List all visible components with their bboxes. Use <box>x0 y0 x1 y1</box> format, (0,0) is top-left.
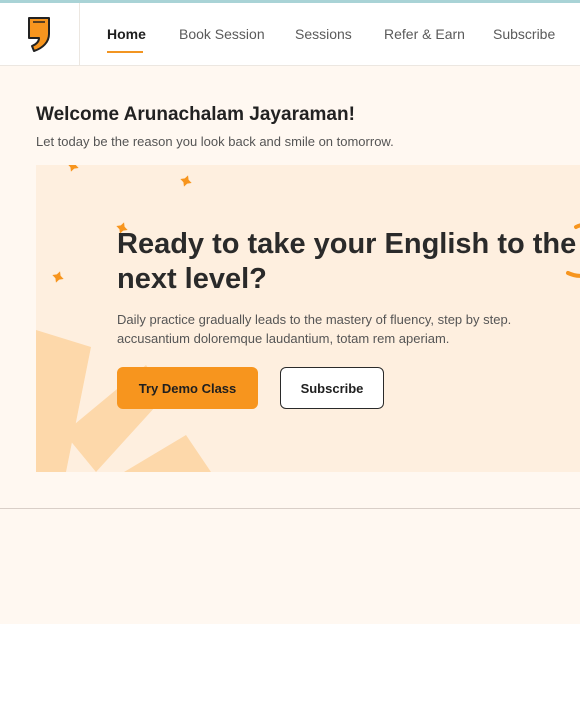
nav-item-sessions[interactable]: Sessions <box>295 26 352 42</box>
nav-item-home[interactable]: Home <box>107 26 146 42</box>
nav-item-subscribe[interactable]: Subscribe <box>493 26 555 42</box>
nav-item-refer-earn[interactable]: Refer & Earn <box>384 26 465 42</box>
subscribe-button[interactable]: Subscribe <box>280 367 384 409</box>
top-navigation-bar: Home Book Session Sessions Refer & Earn … <box>0 3 580 66</box>
welcome-title: Welcome Arunachalam Jayaraman! <box>36 104 355 125</box>
hero-banner: Ready to take your English to the next l… <box>36 165 580 472</box>
main-content: Welcome Arunachalam Jayaraman! Let today… <box>0 66 580 624</box>
hero-description: Daily practice gradually leads to the ma… <box>117 312 512 346</box>
logo[interactable] <box>0 3 80 65</box>
welcome-subtitle: Let today be the reason you look back an… <box>36 134 394 149</box>
try-demo-class-button[interactable]: Try Demo Class <box>117 367 258 409</box>
hero-title: Ready to take your English to the next l… <box>117 228 577 295</box>
nav-item-book-session[interactable]: Book Session <box>179 26 265 42</box>
section-divider <box>0 508 580 509</box>
nav-active-underline <box>107 51 143 53</box>
quote-mark-logo-icon <box>28 17 50 52</box>
